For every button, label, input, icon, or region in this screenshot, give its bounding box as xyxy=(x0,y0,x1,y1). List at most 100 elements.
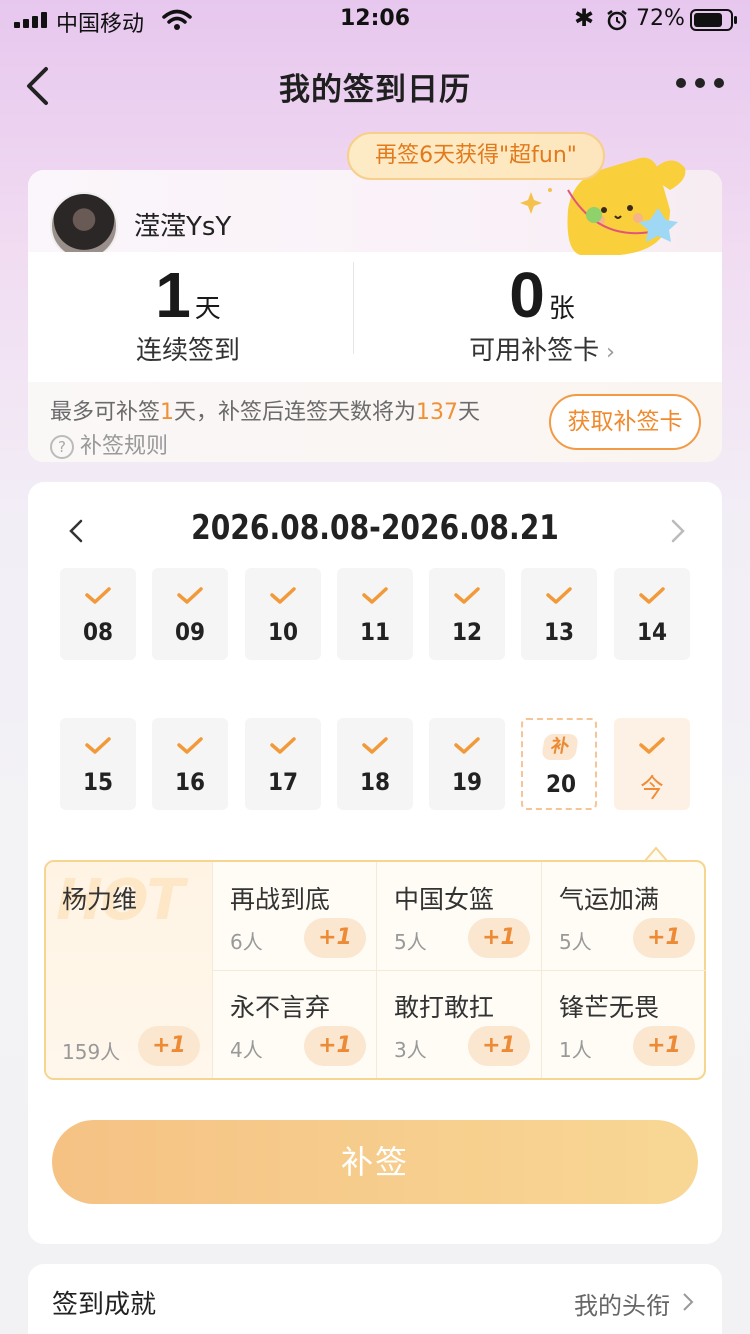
plus-one-button[interactable]: +1 xyxy=(304,1026,366,1066)
battery-percent: 72% xyxy=(636,6,685,31)
tag-count: 1人 xyxy=(559,1038,592,1062)
tag-name: 锋芒无畏 xyxy=(559,993,660,1022)
tag-name: 再战到底 xyxy=(230,885,331,914)
next-week-button[interactable] xyxy=(666,518,688,544)
check-icon xyxy=(270,587,296,604)
tag-name: 敢打敢扛 xyxy=(394,993,495,1022)
check-icon xyxy=(454,737,480,754)
day-cell[interactable]: 09 xyxy=(152,568,228,660)
check-icon xyxy=(362,587,388,604)
stats-divider xyxy=(353,262,354,354)
day-cell[interactable]: 14 xyxy=(614,568,690,660)
makeup-rule-link[interactable]: ? 补签规则 xyxy=(50,428,168,460)
today-cell[interactable]: 今 xyxy=(614,718,690,810)
day-number: 09 xyxy=(174,618,206,646)
note-mid: 天，补签后连签天数将为 xyxy=(174,400,417,425)
reward-banner[interactable]: 再签6天获得"超fun" xyxy=(347,132,605,180)
makeup-tag: 补 xyxy=(540,734,580,760)
featured-tag-name: 杨力维 xyxy=(62,885,138,914)
check-icon xyxy=(639,737,665,754)
tag-count: 3人 xyxy=(394,1038,427,1062)
tag-cell[interactable]: 中国女篮 5人 +1 xyxy=(376,862,540,970)
my-titles-link[interactable]: 我的头衔 xyxy=(574,1286,670,1321)
day-cell[interactable]: 16 xyxy=(152,718,228,810)
tag-count: 6人 xyxy=(230,930,263,954)
featured-tag[interactable]: HOT 杨力维 159人 +1 xyxy=(46,862,212,1078)
more-options-icon[interactable] xyxy=(676,78,724,90)
battery-icon xyxy=(690,9,737,31)
get-makeup-card-button[interactable]: 获取补签卡 xyxy=(549,394,701,450)
makeup-card-stat[interactable]: 0张 可用补签卡 › xyxy=(382,258,702,367)
user-name: 滢滢YsY xyxy=(134,212,232,242)
plus-one-button[interactable]: +1 xyxy=(633,918,695,958)
tag-cell[interactable]: 永不言弃 4人 +1 xyxy=(212,970,376,1078)
tag-count: 4人 xyxy=(230,1038,263,1062)
alarm-icon xyxy=(607,10,627,31)
cards-number: 0 xyxy=(509,259,545,331)
today-label: 今 xyxy=(640,774,664,804)
day-cell[interactable]: 10 xyxy=(245,568,321,660)
question-icon: ? xyxy=(50,435,74,459)
day-number: 18 xyxy=(359,768,391,796)
featured-plus-one-button[interactable]: +1 xyxy=(138,1026,200,1066)
day-cell[interactable]: 13 xyxy=(521,568,597,660)
check-icon xyxy=(85,737,111,754)
day-cell[interactable]: 08 xyxy=(60,568,136,660)
tag-name: 永不言弃 xyxy=(230,993,331,1022)
day-cell[interactable]: 18 xyxy=(337,718,413,810)
rule-label: 补签规则 xyxy=(80,434,169,459)
note-total: 137 xyxy=(416,400,459,425)
check-icon xyxy=(546,587,572,604)
tag-cell[interactable]: 敢打敢扛 3人 +1 xyxy=(376,970,540,1078)
note-prefix: 最多可补签 xyxy=(50,400,161,425)
avatar[interactable] xyxy=(50,192,118,260)
day-cell[interactable]: 11 xyxy=(337,568,413,660)
day-number: 13 xyxy=(543,618,575,646)
check-icon xyxy=(270,737,296,754)
plus-one-button[interactable]: +1 xyxy=(633,1026,695,1066)
note-days: 1 xyxy=(160,400,175,425)
day-cell[interactable]: 17 xyxy=(245,718,321,810)
day-number: 16 xyxy=(174,768,206,796)
page-title: 我的签到日历 xyxy=(279,72,471,108)
day-number: 11 xyxy=(359,618,391,646)
check-icon xyxy=(177,737,203,754)
cards-unit: 张 xyxy=(548,294,575,324)
day-number: 20 xyxy=(545,770,577,798)
tag-count: 5人 xyxy=(559,930,592,954)
plus-one-button[interactable]: +1 xyxy=(304,918,366,958)
achievements-title: 签到成就 xyxy=(52,1290,157,1320)
makeup-note: 最多可补签1天，补签后连签天数将为137天 xyxy=(50,394,480,426)
bluetooth-icon: ✱ xyxy=(574,4,595,32)
tag-count: 5人 xyxy=(394,930,427,954)
check-icon xyxy=(362,737,388,754)
day-number: 08 xyxy=(82,618,114,646)
day-cell[interactable]: 15 xyxy=(60,718,136,810)
tag-cell[interactable]: 气运加满 5人 +1 xyxy=(541,862,705,970)
tag-cell[interactable]: 锋芒无畏 1人 +1 xyxy=(541,970,705,1078)
day-cell[interactable]: 12 xyxy=(429,568,505,660)
day-cell[interactable]: 19 xyxy=(429,718,505,810)
streak-stat: 1天 连续签到 xyxy=(28,258,348,367)
streak-number: 1 xyxy=(155,259,191,331)
day-number: 12 xyxy=(451,618,483,646)
day-number: 14 xyxy=(636,618,668,646)
tag-cell[interactable]: 再战到底 6人 +1 xyxy=(212,862,376,970)
chevron-right-icon: › xyxy=(599,340,615,365)
streak-unit: 天 xyxy=(194,294,221,324)
cards-label: 可用补签卡 xyxy=(469,336,600,366)
plus-one-button[interactable]: +1 xyxy=(468,918,530,958)
makeup-day-cell[interactable]: 补 20 xyxy=(521,718,597,810)
chevron-right-icon xyxy=(683,1293,694,1311)
tag-name: 气运加满 xyxy=(559,885,660,914)
plus-one-button[interactable]: +1 xyxy=(468,1026,530,1066)
hot-tags-panel: HOT 杨力维 159人 +1 再战到底 6人 +1 中国女篮 5人 +1 气运加满 5人 +1… xyxy=(44,860,706,1080)
makeup-sign-in-button[interactable]: 补签 xyxy=(52,1120,698,1204)
day-number: 17 xyxy=(267,768,299,796)
check-icon xyxy=(454,587,480,604)
streak-label: 连续签到 xyxy=(135,336,240,366)
featured-tag-count: 159人 xyxy=(62,1040,121,1064)
status-bar: 中国移动 12:06 ✱ 72% xyxy=(0,0,750,40)
tag-name: 中国女篮 xyxy=(394,885,495,914)
day-number: 19 xyxy=(451,768,483,796)
